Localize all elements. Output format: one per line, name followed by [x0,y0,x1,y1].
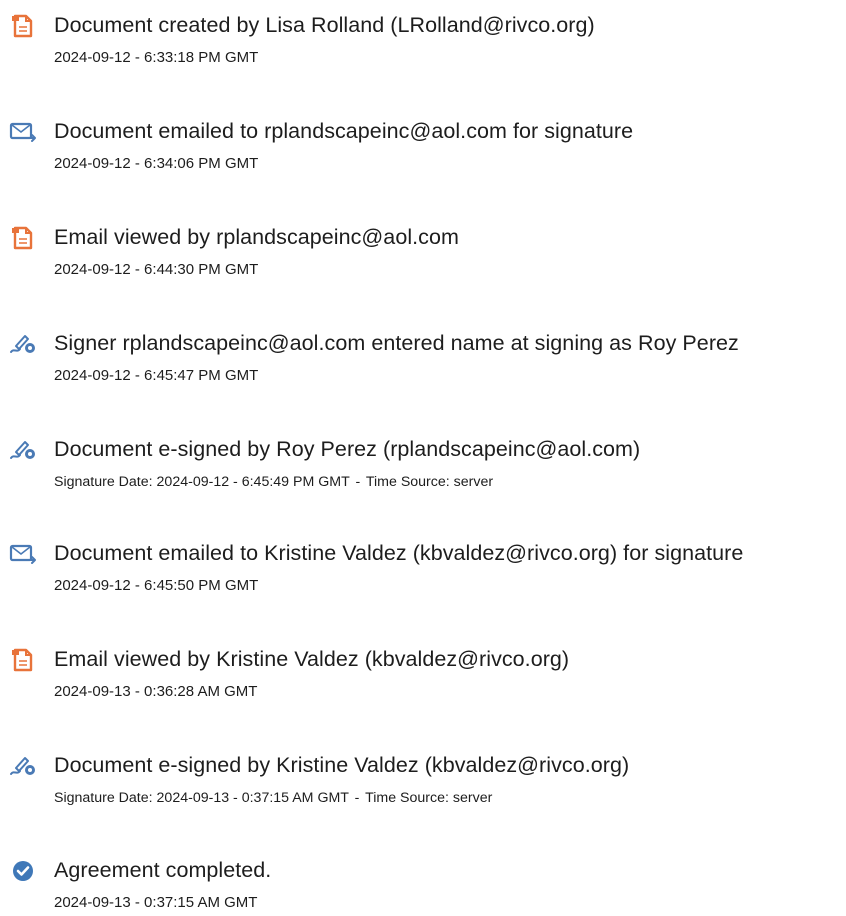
event-signer-entered-name: Signer rplandscapeinc@aol.com entered na… [0,329,846,389]
separator: - [355,474,361,490]
signature-pen-icon [10,441,35,459]
time-source-label: Time Source: [365,474,450,490]
event-document-emailed: Document emailed to Kristine Valdez (kbv… [0,539,846,599]
event-document-created: Document created by Lisa Rolland (LRolla… [0,11,846,71]
event-timestamp: 2024-09-12 - 6:45:47 PM GMT [54,367,259,384]
signature-date-label: Signature Date: [54,474,153,490]
event-document-e-signed: Document e-signed by Kristine Valdez (kb… [0,751,846,811]
time-source: server [452,790,493,806]
event-title: Agreement completed. [54,858,272,882]
document-icon [12,648,33,672]
signature-details: Signature Date: 2024-09-12 - 6:45:49 PM … [54,472,493,492]
event-title: Document created by Lisa Rolland (LRolla… [54,13,595,37]
event-title: Signer rplandscapeinc@aol.com entered na… [54,331,739,355]
audit-trail-timeline: Document created by Lisa Rolland (LRolla… [0,0,846,916]
email-icon [9,544,36,564]
signature-pen-icon [10,757,35,775]
document-icon [12,14,33,38]
event-timestamp: 2024-09-12 - 6:44:30 PM GMT [54,261,259,278]
signature-pen-icon [10,335,35,353]
event-timestamp: 2024-09-12 - 6:45:50 PM GMT [54,577,259,594]
separator: - [354,790,360,806]
time-source-label: Time Source: [365,790,449,806]
email-icon [9,122,36,142]
event-title: Document emailed to Kristine Valdez (kbv… [54,541,744,565]
event-document-e-signed: Document e-signed by Roy Perez (rplandsc… [0,435,846,495]
time-source: server [453,474,494,490]
event-title: Email viewed by Kristine Valdez (kbvalde… [54,647,570,671]
event-timestamp: 2024-09-12 - 6:34:06 PM GMT [54,155,259,172]
signature-date: 2024-09-12 - 6:45:49 PM GMT [156,474,350,490]
event-agreement-completed: Agreement completed. 2024-09-13 - 0:37:1… [0,856,846,916]
document-icon [12,226,33,250]
event-document-emailed: Document emailed to rplandscapeinc@aol.c… [0,117,846,177]
event-timestamp: 2024-09-13 - 0:37:15 AM GMT [54,894,258,911]
event-title: Document e-signed by Kristine Valdez (kb… [54,753,630,777]
event-email-viewed: Email viewed by rplandscapeinc@aol.com 2… [0,223,846,283]
event-timestamp: 2024-09-12 - 6:33:18 PM GMT [54,49,259,66]
event-title: Document e-signed by Roy Perez (rplandsc… [54,437,641,461]
signature-date: 2024-09-13 - 0:37:15 AM GMT [156,790,349,806]
signature-details: Signature Date: 2024-09-13 - 0:37:15 AM … [54,788,492,808]
check-circle-icon [13,861,33,881]
event-title: Email viewed by rplandscapeinc@aol.com [54,225,459,249]
event-email-viewed: Email viewed by Kristine Valdez (kbvalde… [0,645,846,705]
signature-date-label: Signature Date: [54,790,153,806]
event-timestamp: 2024-09-13 - 0:36:28 AM GMT [54,683,258,700]
event-title: Document emailed to rplandscapeinc@aol.c… [54,119,634,143]
